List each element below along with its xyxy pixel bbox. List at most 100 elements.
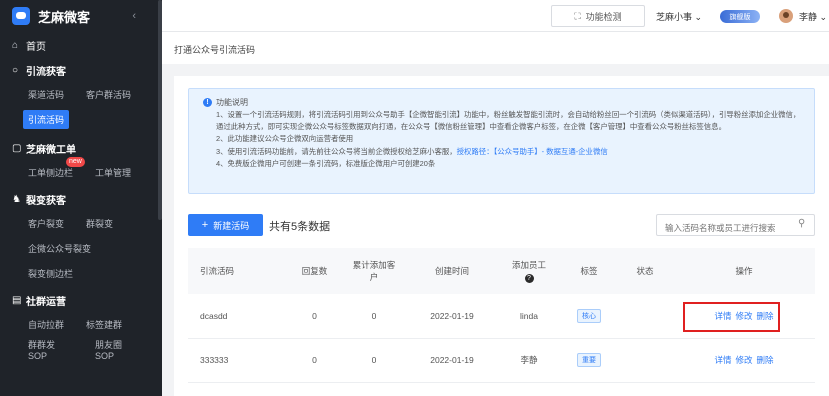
notice-item: 1、设置一个引流活码规则，将引流活码引用到公众号助手【企微智能引流】功能中，粉丝… — [216, 110, 801, 132]
cell-tag: 重要 — [561, 338, 617, 382]
new-badge: new — [66, 157, 85, 167]
sidebar-item-home[interactable]: ⌂ 首页 — [0, 32, 162, 58]
sidebar-item-traffic-code[interactable]: 引流活码 — [23, 110, 70, 129]
cell-total: 0 — [371, 355, 377, 365]
notice-title: 功能说明 — [216, 98, 248, 107]
cell-staff: 李静 — [520, 355, 538, 365]
sidebar-item-moments-sop[interactable]: 朋友圈SOP — [95, 338, 140, 361]
sidebar: 芝麻微客 ‹ ⌂ 首页 ○ 引流获客 渠道活码 客户群活码 引流活码 ▢ 芝麻微… — [0, 0, 162, 396]
search-input[interactable] — [656, 214, 815, 236]
col-header-label: 添加员工 — [511, 260, 546, 270]
sidebar-item-tag-group[interactable]: 标签建群 — [86, 318, 122, 331]
user-icon: ○ — [12, 64, 19, 76]
ticket-icon: ▢ — [12, 142, 22, 154]
col-header: 操作 — [735, 266, 753, 276]
user-menu[interactable]: 李静 ⌄ — [799, 10, 827, 23]
group-title: 社群运营 — [26, 296, 66, 308]
sidebar-item-customer-fission[interactable]: 客户裂变 — [28, 217, 64, 230]
cell-status — [617, 294, 673, 338]
app-name: 芝麻微客 — [38, 9, 91, 25]
group-title: 裂变获客 — [26, 195, 66, 207]
sidebar-item-label: 首页 — [26, 41, 46, 53]
cell-status — [617, 338, 673, 382]
company-name: 芝麻小事 — [656, 12, 693, 22]
notice-text: 3、使用引流活码功能前，请先前往公众号将当前企微授权给芝麻小客服， — [216, 146, 457, 156]
scan-icon: ⛶ — [574, 10, 581, 21]
col-header: 引流活码 — [200, 266, 235, 276]
sidebar-item-group-sop[interactable]: 群群发SOP — [28, 338, 73, 361]
sidebar-group-community[interactable]: ▤ 社群运营 — [0, 288, 162, 312]
tag-badge: 核心 — [577, 308, 601, 323]
info-icon: ! — [203, 98, 212, 107]
logo-row: 芝麻微客 ‹ — [0, 0, 162, 32]
plus-icon: + — [201, 219, 209, 231]
detail-link[interactable]: 详情 — [714, 355, 731, 365]
cell-tag: 核心 — [561, 294, 617, 338]
sidebar-item-label: 工单侧边栏 — [28, 168, 74, 178]
chevron-down-icon: ⌄ — [694, 12, 703, 22]
new-code-label: 新建活码 — [213, 220, 250, 231]
notice-item: 4、免费版企微用户可创建一条引流码，标准版企微用户可创建20条 — [216, 158, 436, 168]
help-icon[interactable]: ? — [524, 274, 534, 283]
notice-item: 3、使用引流活码功能前，请先前往公众号将当前企微授权给芝麻小客服，授权路径：【公… — [216, 146, 804, 158]
col-header: 回复数 — [301, 266, 328, 276]
avatar[interactable] — [779, 9, 793, 23]
sidebar-item-fission-sidebar[interactable]: 裂变侧边栏 — [28, 267, 73, 280]
link-label: 授权路径： — [456, 146, 494, 156]
notice-item: 2、此功能建议公众号企微双向运营者使用 — [216, 134, 354, 144]
col-header: 状态 — [636, 266, 654, 276]
col-header: 标签 — [580, 266, 598, 276]
col-header: 累计添加客户 — [352, 260, 396, 282]
topbar: ⛶ 功能检测 芝麻小事 ⌄ 旗舰版 李静 ⌄ — [162, 0, 829, 32]
auth-path-link[interactable]: 授权路径：【公众号助手】- 数据互通-企业微信 — [457, 147, 608, 156]
group-title: 芝麻微工单 — [26, 144, 76, 156]
cell-replies: 0 — [312, 310, 317, 321]
col-header: 创建时间 — [434, 266, 469, 276]
page-title: 打通公众号引流活码 — [174, 45, 256, 55]
sidebar-item-group-code[interactable]: 客户群活码 — [86, 88, 131, 101]
delete-link[interactable]: 删除 — [757, 355, 774, 365]
group-title: 引流获客 — [26, 66, 66, 78]
cell-actions: 详情 修改 删除 — [673, 338, 815, 382]
cell-name: dcasdd — [200, 310, 228, 321]
feature-detect-button[interactable]: ⛶ 功能检测 — [551, 5, 645, 27]
company-selector[interactable]: 芝麻小事 ⌄ — [656, 10, 702, 23]
cell-total: 0 — [371, 310, 377, 321]
user-name: 李静 — [799, 12, 818, 22]
table-row: 333333 0 0 2022-01-19 李静 重要 详情 修改 删除 — [188, 338, 815, 382]
community-icon: ▤ — [12, 294, 22, 306]
cell-created: 2022-01-19 — [430, 310, 474, 321]
chevron-down-icon: ⌄ — [819, 12, 828, 22]
highlight-box — [683, 302, 780, 332]
link-path: 【公众号助手】- 数据互通-企业微信 — [493, 146, 608, 156]
logo-icon — [12, 7, 30, 25]
cell-staff: linda — [520, 310, 538, 321]
cell-created: 2022-01-19 — [430, 355, 474, 365]
toolbar: + 新建活码 共有5条数据 ⚲ — [188, 214, 815, 236]
sidebar-item-auto-group[interactable]: 自动拉群 — [28, 318, 64, 331]
vip-badge: 旗舰版 — [720, 10, 760, 23]
sidebar-item-ticket-manage[interactable]: 工单管理 — [95, 166, 131, 179]
sidebar-group-fission[interactable]: ♞ 裂变获客 — [0, 187, 162, 211]
breadcrumb: 打通公众号引流活码 — [162, 32, 829, 64]
sidebar-item-oa-fission[interactable]: 企微公众号裂变 — [28, 242, 91, 255]
search-icon[interactable]: ⚲ — [798, 218, 805, 229]
col-header: 添加员工 ? — [497, 248, 561, 294]
table-header-row: 引流活码 回复数 累计添加客户 创建时间 添加员工 ? 标签 状态 操作 — [188, 248, 815, 294]
sidebar-group-traffic[interactable]: ○ 引流获客 — [0, 58, 162, 82]
sidebar-item-ticket-sidebar[interactable]: 工单侧边栏 new — [28, 157, 85, 179]
notice-box: ! 功能说明 1、设置一个引流活码规则，将引流活码引用到公众号助手【企微智能引流… — [188, 88, 815, 194]
cell-replies: 0 — [312, 355, 317, 365]
cell-name: 333333 — [200, 355, 229, 365]
sidebar-item-channel-code[interactable]: 渠道活码 — [28, 88, 64, 101]
new-code-button[interactable]: + 新建活码 — [188, 214, 263, 236]
sidebar-item-group-fission[interactable]: 群裂变 — [86, 217, 113, 230]
detect-label: 功能检测 — [585, 11, 622, 22]
home-icon: ⌂ — [12, 39, 19, 51]
tag-badge: 重要 — [577, 353, 601, 367]
chevron-left-icon[interactable]: ‹ — [132, 10, 136, 22]
edit-link[interactable]: 修改 — [735, 355, 752, 365]
record-count: 共有5条数据 — [269, 221, 331, 233]
fission-icon: ♞ — [12, 193, 21, 205]
main-panel: ! 功能说明 1、设置一个引流活码规则，将引流活码引用到公众号助手【企微智能引流… — [174, 76, 829, 396]
